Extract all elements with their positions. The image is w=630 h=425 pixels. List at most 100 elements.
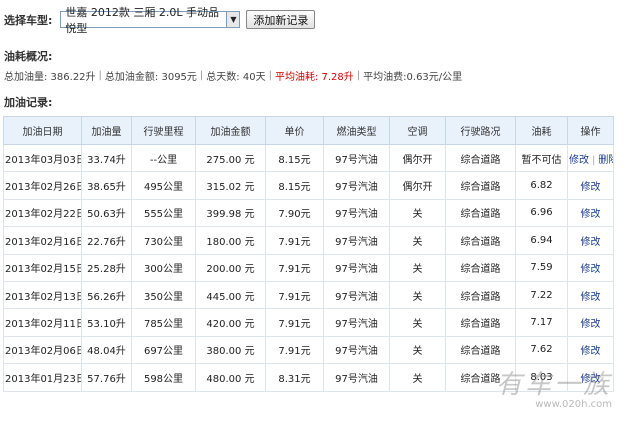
cell-fuel-type: 97号汽油 <box>323 308 390 337</box>
cell-road: 综合道路 <box>445 143 516 173</box>
cell-date: 2013年02月15日 <box>3 253 82 282</box>
cell-money: 200.00 元 <box>195 253 266 282</box>
cell-fuel-type: 97号汽油 <box>323 363 390 392</box>
car-model-select[interactable]: 世嘉 2012款 三厢 2.0L 手动品悦型 ▼ <box>60 6 241 35</box>
cell-price: 8.15元 <box>265 143 324 173</box>
cell-road: 综合道路 <box>445 226 516 255</box>
cell-mileage: 350公里 <box>131 280 196 310</box>
edit-link[interactable]: 修改 <box>581 264 601 275</box>
cell-actions: 修改 <box>567 198 614 228</box>
cell-road: 综合道路 <box>445 363 516 392</box>
records-heading-row: 加油记录: <box>4 94 52 110</box>
summary-separator: | <box>98 70 102 81</box>
cell-date: 2013年02月26日 <box>3 171 82 200</box>
edit-link[interactable]: 修改 <box>581 209 601 220</box>
cell-date: 2013年02月22日 <box>3 198 82 228</box>
cell-mileage: 785公里 <box>131 308 196 337</box>
cell-actions: 修改 <box>567 253 614 282</box>
cell-mileage: 495公里 <box>131 171 196 200</box>
cell-mileage: 598公里 <box>131 363 196 392</box>
cell-mileage: 730公里 <box>131 226 196 255</box>
table-row: 2013年02月06日 48.04升 697公里 380.00 元 7.91元 … <box>3 335 614 365</box>
table-row: 2013年01月23日 57.76升 598公里 480.00 元 8.31元 … <box>3 363 614 392</box>
cell-consumption: 6.96 <box>515 198 568 228</box>
edit-link[interactable]: 修改 <box>581 374 601 385</box>
table-row: 2013年03月03日 33.74升 --公里 275.00 元 8.15元 9… <box>3 143 614 173</box>
add-record-button[interactable]: 添加新记录 <box>246 10 316 29</box>
records-heading: 加油记录: <box>4 96 53 109</box>
cell-amount: 48.04升 <box>81 335 132 365</box>
summary-heading-row: 油耗概况: <box>4 48 52 64</box>
edit-link[interactable]: 修改 <box>569 155 589 166</box>
cell-mileage: --公里 <box>131 143 196 173</box>
dropdown-arrow-icon[interactable]: ▼ <box>226 12 240 27</box>
cell-consumption: 6.94 <box>515 226 568 255</box>
cell-consumption: 7.17 <box>515 308 568 337</box>
car-model-selected: 世嘉 2012款 三厢 2.0L 手动品悦型 <box>65 5 220 35</box>
edit-link[interactable]: 修改 <box>581 182 601 193</box>
summary-separator: | <box>268 70 272 81</box>
header-amount: 加油量 <box>81 116 132 145</box>
fuel-records-table: 加油日期 加油量 行驶里程 加油金额 单价 燃油类型 空调 行驶路况 油耗 操作… <box>3 116 614 392</box>
car-selector-label: 选择车型: <box>4 13 53 27</box>
header-date: 加油日期 <box>3 116 82 145</box>
cell-money: 380.00 元 <box>195 335 266 365</box>
cell-fuel-type: 97号汽油 <box>323 198 390 228</box>
cell-money: 445.00 元 <box>195 280 266 310</box>
edit-link[interactable]: 修改 <box>581 292 601 303</box>
cell-price: 7.91元 <box>265 335 324 365</box>
cell-fuel-type: 97号汽油 <box>323 280 390 310</box>
cell-mileage: 697公里 <box>131 335 196 365</box>
cell-price: 7.91元 <box>265 280 324 310</box>
cell-ac: 关 <box>389 308 446 337</box>
cell-price: 7.91元 <box>265 308 324 337</box>
cell-actions: 修改 <box>567 363 614 392</box>
cell-consumption: 8.03 <box>515 363 568 392</box>
cell-ac: 关 <box>389 226 446 255</box>
table-header-row: 加油日期 加油量 行驶里程 加油金额 单价 燃油类型 空调 行驶路况 油耗 操作 <box>3 116 614 145</box>
delete-link[interactable]: 删除 <box>598 155 612 166</box>
cell-fuel-type: 97号汽油 <box>323 171 390 200</box>
cell-price: 8.31元 <box>265 363 324 392</box>
cell-date: 2013年02月11日 <box>3 308 82 337</box>
table-row: 2013年02月15日 25.28升 300公里 200.00 元 7.91元 … <box>3 253 614 282</box>
cell-ac: 关 <box>389 198 446 228</box>
cell-amount: 25.28升 <box>81 253 132 282</box>
edit-link[interactable]: 修改 <box>581 319 601 330</box>
table-row: 2013年02月26日 38.65升 495公里 315.02 元 8.15元 … <box>3 171 614 200</box>
cell-actions: 修改 <box>567 335 614 365</box>
cell-price: 7.91元 <box>265 253 324 282</box>
summary-heading: 油耗概况: <box>4 50 53 63</box>
cell-price: 7.91元 <box>265 226 324 255</box>
cell-fuel-type: 97号汽油 <box>323 226 390 255</box>
cell-consumption: 7.59 <box>515 253 568 282</box>
cell-amount: 33.74升 <box>81 143 132 173</box>
cell-ac: 偶尔开 <box>389 143 446 173</box>
cell-money: 275.00 元 <box>195 143 266 173</box>
summary-total-days: 总天数: 40天 <box>206 72 266 83</box>
cell-fuel-type: 97号汽油 <box>323 143 390 173</box>
summary-total-money: 总加油金额: 3095元 <box>104 72 197 83</box>
cell-fuel-type: 97号汽油 <box>323 335 390 365</box>
cell-actions: 修改 <box>567 280 614 310</box>
cell-money: 399.98 元 <box>195 198 266 228</box>
cell-actions: 修改 <box>567 171 614 200</box>
cell-money: 420.00 元 <box>195 308 266 337</box>
cell-road: 综合道路 <box>445 253 516 282</box>
edit-link[interactable]: 修改 <box>581 237 601 248</box>
summary-total-fuel: 总加油量: 386.22升 <box>4 72 96 83</box>
cell-actions: 修改 <box>567 308 614 337</box>
table-row: 2013年02月16日 22.76升 730公里 180.00 元 7.91元 … <box>3 226 614 255</box>
cell-ac: 关 <box>389 335 446 365</box>
header-fuel-type: 燃油类型 <box>323 116 390 145</box>
cell-ac: 关 <box>389 363 446 392</box>
cell-consumption: 暂不可估 <box>515 143 568 173</box>
cell-mileage: 300公里 <box>131 253 196 282</box>
cell-mileage: 555公里 <box>131 198 196 228</box>
watermark-site: www.020h.com <box>535 399 612 410</box>
edit-link[interactable]: 修改 <box>581 346 601 357</box>
cell-amount: 56.26升 <box>81 280 132 310</box>
cell-road: 综合道路 <box>445 335 516 365</box>
cell-road: 综合道路 <box>445 308 516 337</box>
cell-amount: 53.10升 <box>81 308 132 337</box>
